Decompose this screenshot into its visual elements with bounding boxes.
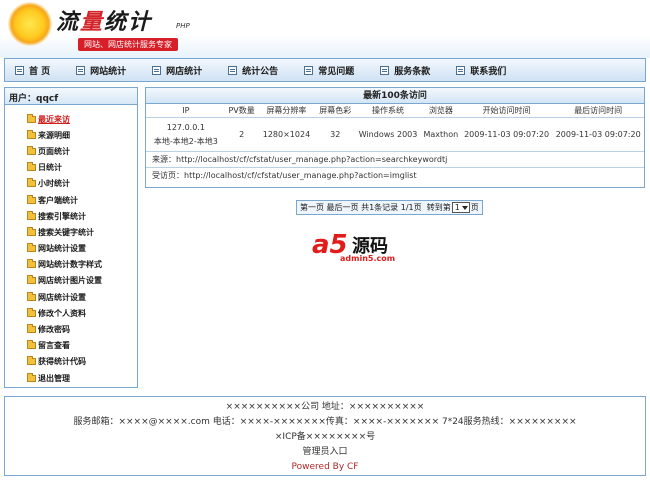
last-visit-cell: 2009-11-03 09:07:20 <box>555 130 641 139</box>
resolution-cell: 1280×1024 <box>262 130 311 139</box>
os-cell: Windows 2003 <box>358 130 418 139</box>
folder-icon <box>27 210 36 220</box>
recent-visits-table: 最新100条访问 IP PV数量 屏幕分辨率 屏幕色彩 操作系统 浏览器 开始访… <box>145 87 645 188</box>
nav-home[interactable]: 首 页 <box>15 64 50 77</box>
nav-contact[interactable]: 联系我们 <box>456 64 506 77</box>
nav-terms[interactable]: 服务条款 <box>380 64 430 77</box>
folder-icon <box>27 291 36 301</box>
ip-location: 本地-本地2-本地3 <box>153 136 218 146</box>
visited-page-row[interactable]: 受访页：http://localhost/cf/cfstat/user_mana… <box>146 168 644 184</box>
sidebar-item-daily-stats[interactable]: 日统计 <box>27 160 137 176</box>
sidebar-menu: 最近来访 来源明细 页面统计 日统计 小时统计 客户端统计 搜索引擎统计 搜索关… <box>5 105 137 386</box>
sidebar-item-shop-settings[interactable]: 网店统计设置 <box>27 289 137 305</box>
admin-entry-link[interactable]: 管理员入口 <box>5 445 645 460</box>
sun-logo-icon <box>8 2 52 46</box>
color-cell: 32 <box>330 130 341 139</box>
folder-icon <box>27 194 36 204</box>
folder-icon <box>27 372 36 382</box>
footer-icp: ×ICP备××××××××号 <box>274 432 376 442</box>
ip-address: 127.0.0.1 <box>166 122 205 132</box>
logo-slogan: 网站、网店统计服务专家 <box>78 38 178 51</box>
sidebar-user-label: 用户：qqcf <box>5 88 137 105</box>
column-header: IP <box>182 106 190 115</box>
sidebar-item-keyword-stats[interactable]: 搜索关键字统计 <box>27 224 137 240</box>
folder-icon <box>27 145 36 155</box>
folder-icon <box>27 226 36 236</box>
watermark-logo: a5 源码 admin5.com <box>312 230 422 266</box>
pv-cell: 2 <box>239 130 245 139</box>
folder-icon <box>27 129 36 139</box>
powered-by: Powered By CF <box>291 462 359 472</box>
home-icon <box>15 65 24 75</box>
column-header: 开始访问时间 <box>482 106 531 115</box>
folder-icon <box>27 275 36 285</box>
main-nav: 首 页 网站统计 网店统计 统计公告 常见问题 服务条款 联系我们 <box>4 58 646 82</box>
table-row: 127.0.0.1 本地-本地2-本地3 2 1280×1024 32 Wind… <box>146 118 644 152</box>
terms-icon <box>380 65 390 75</box>
page-select[interactable]: 1 <box>451 202 470 213</box>
ip-cell: 127.0.0.1 本地-本地2-本地3 <box>146 121 226 149</box>
notice-icon <box>228 65 238 75</box>
sidebar-item-site-number-style[interactable]: 网站统计数字样式 <box>27 257 137 273</box>
pagination: 第一页 最后一页 共1条记录 1/1页 转到第 1 页 <box>296 200 483 215</box>
folder-icon <box>27 162 36 172</box>
sidebar-item-site-settings[interactable]: 网站统计设置 <box>27 241 137 257</box>
footer-contact: 服务邮箱：××××@××××.com 电话：××××-×××××××传真：×××… <box>73 417 577 427</box>
source-url-row[interactable]: 来源：http://localhost/cf/cfstat/user_manag… <box>146 152 644 168</box>
sidebar-item-recent-visits[interactable]: 最近来访 <box>27 111 137 127</box>
sidebar-item-page-stats[interactable]: 页面统计 <box>27 143 137 159</box>
folder-icon <box>27 259 36 269</box>
logo-title: 流量统计 <box>56 9 153 35</box>
sidebar-item-source-detail[interactable]: 来源明细 <box>27 127 137 143</box>
page-suffix: 页 <box>470 203 479 212</box>
table-header-row: IP PV数量 屏幕分辨率 屏幕色彩 操作系统 浏览器 开始访问时间 最后访问时… <box>146 104 644 118</box>
folder-icon <box>27 324 36 334</box>
sidebar-item-search-engine-stats[interactable]: 搜索引擎统计 <box>27 208 137 224</box>
last-page-link[interactable]: 最后一页 <box>327 202 359 213</box>
nav-faq[interactable]: 常见问题 <box>304 64 354 77</box>
footer-company: ××××××××××公司 地址：×××××××××× <box>225 402 425 412</box>
sidebar-item-logout[interactable]: 退出管理 <box>27 370 137 386</box>
shop-stats-icon <box>152 65 162 75</box>
first-visit-cell: 2009-11-03 09:07:20 <box>464 130 550 139</box>
pagination-summary: 共1条记录 1/1页 <box>361 203 422 212</box>
browser-cell: Maxthon <box>423 130 459 139</box>
contact-icon <box>456 65 466 75</box>
sidebar-item-get-code[interactable]: 获得统计代码 <box>27 354 137 370</box>
faq-icon <box>304 65 314 75</box>
folder-icon <box>27 307 36 317</box>
sidebar-item-hourly-stats[interactable]: 小时统计 <box>27 176 137 192</box>
nav-notice[interactable]: 统计公告 <box>228 64 278 77</box>
sidebar-item-change-password[interactable]: 修改密码 <box>27 321 137 337</box>
nav-shop-stats[interactable]: 网店统计 <box>152 64 202 77</box>
nav-site-stats[interactable]: 网站统计 <box>76 64 126 77</box>
first-page-link[interactable]: 第一页 <box>300 202 324 213</box>
sidebar-item-edit-profile[interactable]: 修改个人资料 <box>27 305 137 321</box>
goto-label: 转到第 <box>426 203 451 212</box>
column-header: 操作系统 <box>372 106 405 115</box>
folder-icon <box>27 113 36 123</box>
sidebar-item-client-stats[interactable]: 客户端统计 <box>27 192 137 208</box>
column-header: 屏幕色彩 <box>319 106 352 115</box>
column-header: 最后访问时间 <box>574 106 623 115</box>
logo-php-tag: PHP <box>176 22 190 30</box>
sidebar-item-messages[interactable]: 留言查看 <box>27 338 137 354</box>
column-header: PV数量 <box>228 106 255 115</box>
watermark-url: admin5.com <box>340 254 396 263</box>
sidebar-item-shop-image-settings[interactable]: 网店统计图片设置 <box>27 273 137 289</box>
folder-icon <box>27 356 36 366</box>
sidebar: 用户：qqcf 最近来访 来源明细 页面统计 日统计 小时统计 客户端统计 搜索… <box>4 87 138 388</box>
folder-icon <box>27 340 36 350</box>
table-title: 最新100条访问 <box>146 88 644 104</box>
folder-icon <box>27 178 36 188</box>
column-header: 浏览器 <box>428 106 453 115</box>
site-stats-icon <box>76 65 86 75</box>
folder-icon <box>27 243 36 253</box>
header: 流量统计 PHP 网站、网店统计服务专家 <box>0 0 650 58</box>
footer: ××××××××××公司 地址：×××××××××× 服务邮箱：××××@×××… <box>4 396 646 476</box>
column-header: 屏幕分辨率 <box>266 106 307 115</box>
